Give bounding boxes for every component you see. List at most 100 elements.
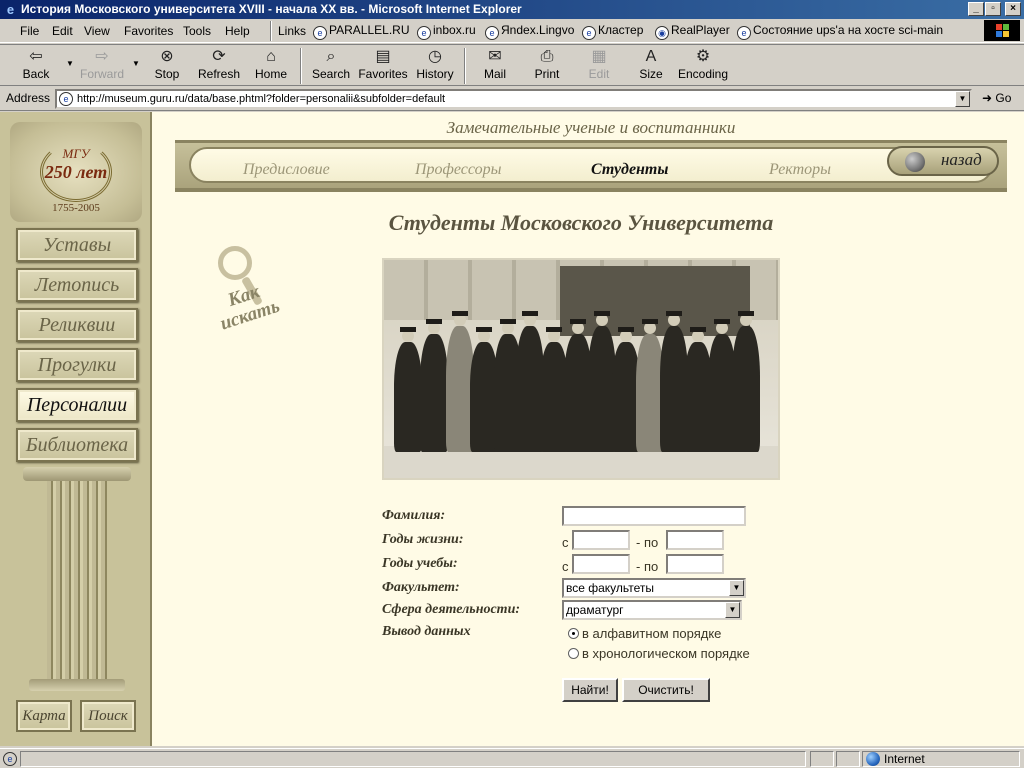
photo-person-cap bbox=[594, 311, 610, 316]
find-button[interactable]: Найти! bbox=[562, 678, 618, 702]
links-label: Links bbox=[278, 24, 307, 38]
address-input[interactable]: e http://museum.guru.ru/data/base.phtml?… bbox=[55, 89, 972, 109]
history-button[interactable]: ◷ History bbox=[409, 47, 461, 85]
clear-button[interactable]: Очистить! bbox=[622, 678, 710, 702]
sidebar-item-personalii[interactable]: Персоналии bbox=[16, 388, 138, 422]
toolbar-separator bbox=[464, 48, 466, 84]
menu-tools[interactable]: Tools bbox=[183, 24, 211, 38]
order-chrono-label: в хронологическом порядке bbox=[582, 646, 750, 661]
sphere-select[interactable]: драматург ▼ bbox=[562, 600, 742, 620]
faculty-label: Факультет: bbox=[382, 580, 460, 595]
chevron-down-icon: ▼ bbox=[729, 580, 744, 596]
status-pane bbox=[836, 751, 860, 767]
search-icon: ⌕ bbox=[326, 48, 336, 65]
back-button[interactable]: ⇦ Back bbox=[10, 47, 62, 85]
study-to-input[interactable] bbox=[666, 554, 724, 574]
photo-person-cap bbox=[546, 327, 562, 332]
maximize-button[interactable]: ▫ bbox=[985, 2, 1001, 16]
home-button[interactable]: ⌂ Home bbox=[245, 47, 297, 85]
order-alpha-label: в алфавитном порядке bbox=[582, 626, 722, 641]
history-icon: ◷ bbox=[428, 48, 442, 65]
study-years-label: Годы учебы: bbox=[382, 556, 458, 571]
back-dropdown-icon[interactable]: ▼ bbox=[66, 59, 74, 68]
menu-file[interactable]: File bbox=[20, 24, 39, 38]
link-inbox[interactable]: e inbox.ru bbox=[417, 23, 476, 40]
tab-preface[interactable]: Предисловие bbox=[243, 161, 330, 179]
sidebar-item-letopis[interactable]: Летопись bbox=[16, 268, 138, 302]
page-content: МГУ 250 лет 1755-2005 Уставы Летопись Ре… bbox=[0, 112, 1024, 746]
menu-favorites[interactable]: Favorites bbox=[124, 24, 173, 38]
menu-help[interactable]: Help bbox=[225, 24, 250, 38]
forward-button[interactable]: ⇨ Forward bbox=[76, 47, 128, 85]
print-button[interactable]: ⎙ Print bbox=[521, 47, 573, 85]
order-alpha-radio[interactable] bbox=[568, 628, 579, 639]
address-dropdown-icon[interactable]: ▼ bbox=[955, 91, 970, 107]
sidebar-item-progulki[interactable]: Прогулки bbox=[16, 348, 138, 382]
study-from-label: с bbox=[562, 559, 569, 574]
sidebar-item-relikvii[interactable]: Реликвии bbox=[16, 308, 138, 342]
search-button[interactable]: ⌕ Search bbox=[305, 47, 357, 85]
home-icon: ⌂ bbox=[266, 48, 276, 65]
link-cluster[interactable]: e Кластер bbox=[582, 23, 643, 40]
arrow-left-icon: ⇦ bbox=[29, 48, 43, 65]
study-from-input[interactable] bbox=[572, 554, 630, 574]
ie-icon: e bbox=[6, 2, 15, 17]
life-years-label: Годы жизни: bbox=[382, 532, 464, 547]
photo-person-cap bbox=[426, 319, 442, 324]
close-button[interactable]: × bbox=[1005, 2, 1021, 16]
photo-person-cap bbox=[452, 311, 468, 316]
edit-icon: ▦ bbox=[591, 48, 607, 65]
photo-person-cap bbox=[642, 319, 658, 324]
msu-250-seal[interactable]: МГУ 250 лет 1755-2005 bbox=[10, 122, 142, 222]
menu-edit[interactable]: Edit bbox=[52, 24, 73, 38]
photo-person-cap bbox=[618, 327, 634, 332]
photo-person-cap bbox=[690, 327, 706, 332]
photo-person-cap bbox=[714, 319, 730, 324]
map-button[interactable]: Карта bbox=[16, 700, 72, 732]
encoding-button[interactable]: ⚙ Encoding bbox=[677, 47, 729, 85]
printer-icon: ⎙ bbox=[540, 48, 554, 65]
status-pane bbox=[810, 751, 834, 767]
tab-professors[interactable]: Профессоры bbox=[415, 161, 501, 179]
menu-view[interactable]: View bbox=[84, 24, 110, 38]
faculty-select[interactable]: все факультеты ▼ bbox=[562, 578, 746, 598]
life-from-input[interactable] bbox=[572, 530, 630, 550]
go-button[interactable]: ➜ Go bbox=[982, 91, 1011, 105]
photo-person-cap bbox=[738, 311, 754, 316]
toolbar: ⇦ Back ▼ ⇨ Forward ▼ ⊗ Stop ⟳ Refresh ⌂ … bbox=[0, 44, 1024, 86]
favorites-button[interactable]: ▤ Favorites bbox=[357, 47, 409, 85]
page-icon: e bbox=[313, 26, 327, 40]
link-lingvo[interactable]: e Яndex.Lingvo bbox=[485, 23, 574, 40]
order-chrono-radio[interactable] bbox=[568, 648, 579, 659]
mail-icon: ✉ bbox=[488, 48, 502, 65]
mail-button[interactable]: ✉ Mail bbox=[469, 47, 521, 85]
tab-students[interactable]: Студенты bbox=[591, 161, 668, 179]
photo-person-cap bbox=[666, 311, 682, 316]
stop-button[interactable]: ⊗ Stop bbox=[141, 47, 193, 85]
back-page-button[interactable]: назад bbox=[887, 146, 999, 176]
realplayer-icon: ◉ bbox=[655, 26, 669, 40]
link-parallel[interactable]: e PARALLEL.RU bbox=[313, 23, 409, 40]
link-realplayer[interactable]: ◉ RealPlayer bbox=[655, 23, 730, 40]
surname-input[interactable] bbox=[562, 506, 746, 526]
minimize-button[interactable]: _ bbox=[968, 2, 984, 16]
life-from-label: с bbox=[562, 535, 569, 550]
tab-rectors[interactable]: Ректоры bbox=[769, 161, 831, 179]
forward-dropdown-icon[interactable]: ▼ bbox=[132, 59, 140, 68]
edit-button[interactable]: ▦ Edit bbox=[573, 47, 625, 85]
stop-icon: ⊗ bbox=[160, 48, 174, 65]
search-site-button[interactable]: Поиск bbox=[80, 700, 136, 732]
output-label: Вывод данных bbox=[382, 624, 471, 639]
sidebar-item-ustavy[interactable]: Уставы bbox=[16, 228, 138, 262]
page-icon: e bbox=[582, 26, 596, 40]
security-zone-label: Internet bbox=[884, 752, 925, 766]
life-to-input[interactable] bbox=[666, 530, 724, 550]
link-ups-status[interactable]: e Состояние ups'a на хосте sci-main bbox=[737, 23, 943, 40]
sidebar-item-biblioteka[interactable]: Библиотека bbox=[16, 428, 138, 462]
photo-person-cap bbox=[570, 319, 586, 324]
size-button[interactable]: A Size bbox=[625, 47, 677, 85]
refresh-button[interactable]: ⟳ Refresh bbox=[193, 47, 245, 85]
page-icon: e bbox=[485, 26, 499, 40]
how-to-search-link[interactable]: Как искать bbox=[202, 242, 292, 352]
status-bar: e Internet bbox=[0, 748, 1024, 768]
